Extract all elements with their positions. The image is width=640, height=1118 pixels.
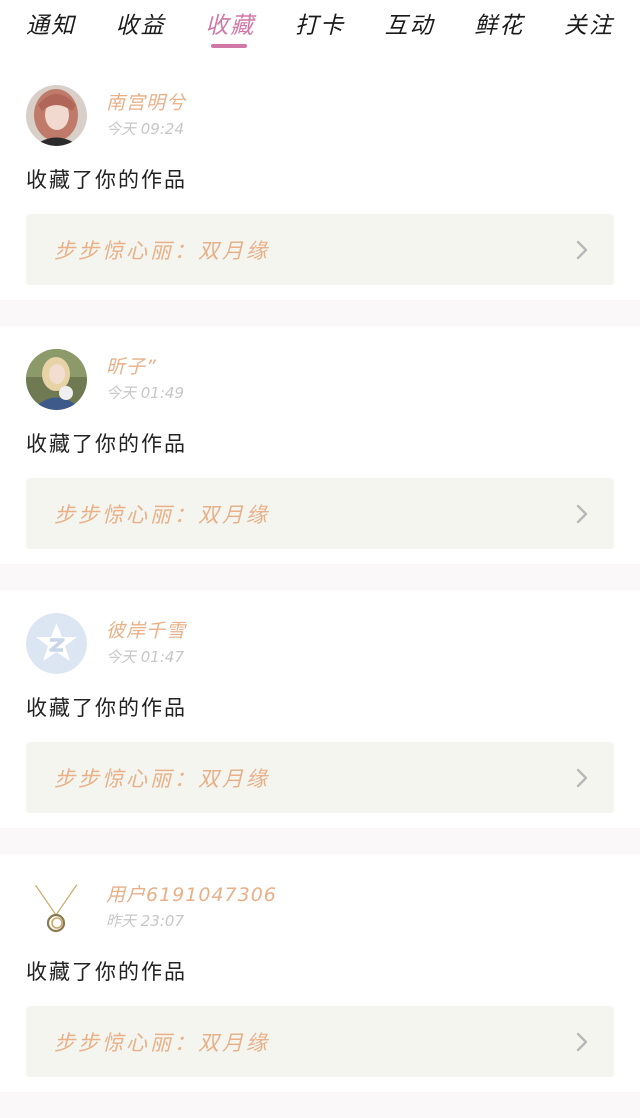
divider bbox=[0, 828, 640, 854]
user-row: 彼岸千雪 今天 01:47 bbox=[26, 612, 614, 674]
user-row: 南宫明兮 今天 09:24 bbox=[26, 84, 614, 146]
work-title: 步步惊心丽：双月缘 bbox=[54, 502, 270, 527]
chevron-right-icon bbox=[576, 240, 588, 259]
activity-text: 收藏了你的作品 bbox=[26, 696, 187, 720]
work-title: 步步惊心丽：双月缘 bbox=[54, 238, 270, 263]
work-link[interactable]: 步步惊心丽：双月缘 bbox=[26, 214, 614, 285]
timestamp: 今天 09:24 bbox=[106, 119, 184, 138]
user-name[interactable]: 南宫明兮 bbox=[106, 91, 186, 115]
tab-flowers[interactable]: 鲜花 bbox=[474, 0, 524, 40]
list-item: 用户6191047306 昨天 23:07 收藏了你的作品 步步惊心丽：双月缘 bbox=[0, 854, 640, 1092]
avatar[interactable] bbox=[26, 612, 87, 674]
avatar[interactable] bbox=[26, 348, 87, 410]
work-title: 步步惊心丽：双月缘 bbox=[54, 766, 270, 791]
tab-bar: 通知 收益 收藏 打卡 互动 鲜花 关注 bbox=[0, 0, 640, 62]
activity-text: 收藏了你的作品 bbox=[26, 168, 187, 192]
user-name[interactable]: 用户6191047306 bbox=[106, 883, 277, 907]
work-link[interactable]: 步步惊心丽：双月缘 bbox=[26, 742, 614, 813]
work-link[interactable]: 步步惊心丽：双月缘 bbox=[26, 1006, 614, 1077]
timestamp: 昨天 23:07 bbox=[106, 911, 184, 930]
divider bbox=[0, 564, 640, 590]
tab-following[interactable]: 关注 bbox=[564, 0, 614, 40]
list-item: 彼岸千雪 今天 01:47 收藏了你的作品 步步惊心丽：双月缘 bbox=[0, 590, 640, 828]
tab-earnings[interactable]: 收益 bbox=[116, 0, 166, 40]
divider bbox=[0, 1092, 640, 1118]
list-item: 南宫明兮 今天 09:24 收藏了你的作品 步步惊心丽：双月缘 bbox=[0, 62, 640, 300]
user-row: 昕子” 今天 01:49 bbox=[26, 348, 614, 410]
tab-notifications[interactable]: 通知 bbox=[26, 0, 76, 40]
avatar[interactable] bbox=[26, 876, 87, 938]
chevron-right-icon bbox=[576, 768, 588, 787]
tab-interactions[interactable]: 互动 bbox=[385, 0, 435, 40]
list-item: 昕子” 今天 01:49 收藏了你的作品 步步惊心丽：双月缘 bbox=[0, 326, 640, 564]
timestamp: 今天 01:49 bbox=[106, 383, 184, 402]
divider bbox=[0, 300, 640, 326]
chevron-right-icon bbox=[576, 1032, 588, 1051]
user-name[interactable]: 昕子” bbox=[106, 355, 184, 379]
user-row: 用户6191047306 昨天 23:07 bbox=[26, 876, 614, 938]
tab-checkin[interactable]: 打卡 bbox=[295, 0, 345, 40]
chevron-right-icon bbox=[576, 504, 588, 523]
tab-favorites[interactable]: 收藏 bbox=[205, 0, 255, 48]
activity-text: 收藏了你的作品 bbox=[26, 960, 187, 984]
work-link[interactable]: 步步惊心丽：双月缘 bbox=[26, 478, 614, 549]
work-title: 步步惊心丽：双月缘 bbox=[54, 1030, 270, 1055]
avatar[interactable] bbox=[26, 84, 87, 146]
timestamp: 今天 01:47 bbox=[106, 647, 184, 666]
user-name[interactable]: 彼岸千雪 bbox=[106, 619, 186, 643]
activity-text: 收藏了你的作品 bbox=[26, 432, 187, 456]
